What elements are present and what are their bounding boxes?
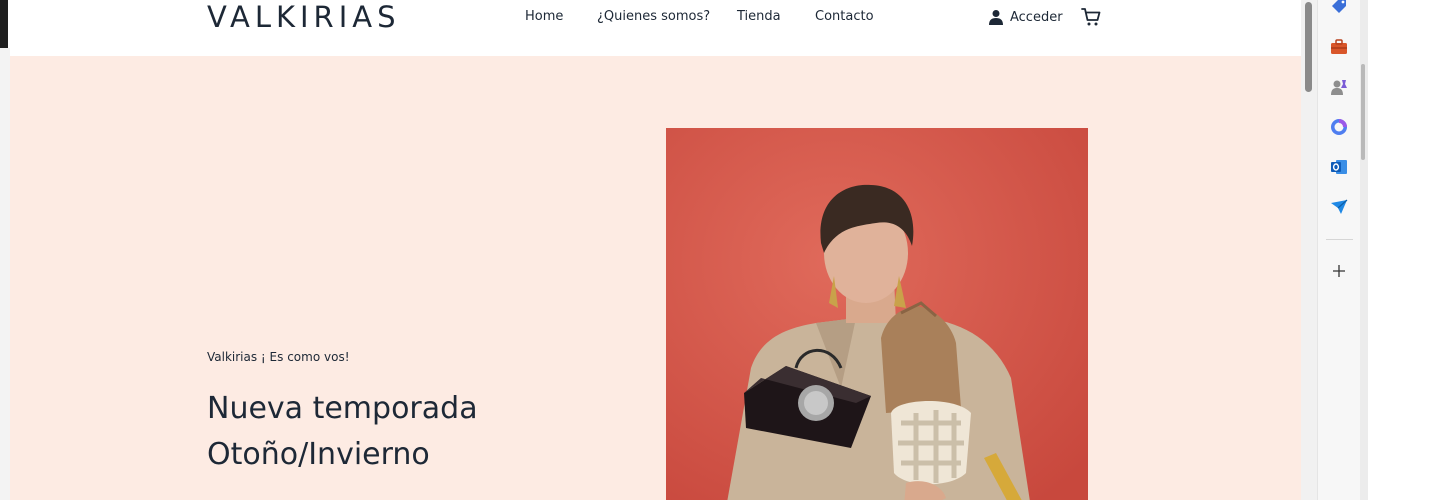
hero-headline: Nueva temporada Otoño/Invierno — [207, 386, 478, 478]
nav-home-link[interactable]: Home — [525, 8, 563, 26]
sidebar-divider — [1326, 239, 1353, 240]
send-icon[interactable] — [1329, 197, 1349, 217]
cart-icon[interactable] — [1080, 6, 1102, 28]
add-icon[interactable] — [1329, 261, 1349, 281]
toolbox-icon[interactable] — [1329, 37, 1349, 57]
page-scrollbar-thumb[interactable] — [1305, 2, 1312, 92]
tag-icon[interactable] — [1329, 0, 1349, 17]
nav-store-link[interactable]: Tienda — [737, 8, 781, 26]
hero-headline-line-2: Otoño/Invierno — [207, 437, 430, 472]
hero-tagline: Valkirias ¡ Es como vos! — [207, 350, 350, 364]
hero-model-image — [666, 128, 1088, 500]
hero-headline-line-1: Nueva temporada — [207, 391, 478, 426]
copilot-icon[interactable] — [1329, 117, 1349, 137]
desktop-background — [1368, 0, 1455, 500]
sidebar-scrollbar[interactable] — [1360, 0, 1368, 500]
hero-section: Valkirias ¡ Es como vos! Nueva temporada… — [10, 56, 1301, 500]
model-with-bags-illustration — [666, 128, 1088, 500]
site-logo[interactable]: VALKIRIAS — [207, 0, 401, 35]
games-icon[interactable] — [1329, 77, 1349, 97]
browser-sidebar — [1317, 0, 1360, 500]
login-label: Acceder — [1010, 9, 1063, 25]
nav-about-link[interactable]: ¿Quienes somos? — [597, 8, 710, 26]
site-header: VALKIRIAS Home ¿Quienes somos? Tienda Co… — [10, 0, 1301, 56]
user-icon — [989, 10, 1003, 25]
sidebar-scrollbar-thumb[interactable] — [1361, 64, 1365, 160]
outlook-icon[interactable] — [1329, 157, 1349, 177]
login-button[interactable]: Acceder — [988, 6, 1063, 28]
window-edge — [0, 0, 8, 48]
window-strip — [0, 48, 10, 500]
website-viewport: VALKIRIAS Home ¿Quienes somos? Tienda Co… — [10, 0, 1301, 500]
page-scrollbar[interactable] — [1301, 0, 1317, 500]
nav-contact-link[interactable]: Contacto — [815, 8, 874, 26]
